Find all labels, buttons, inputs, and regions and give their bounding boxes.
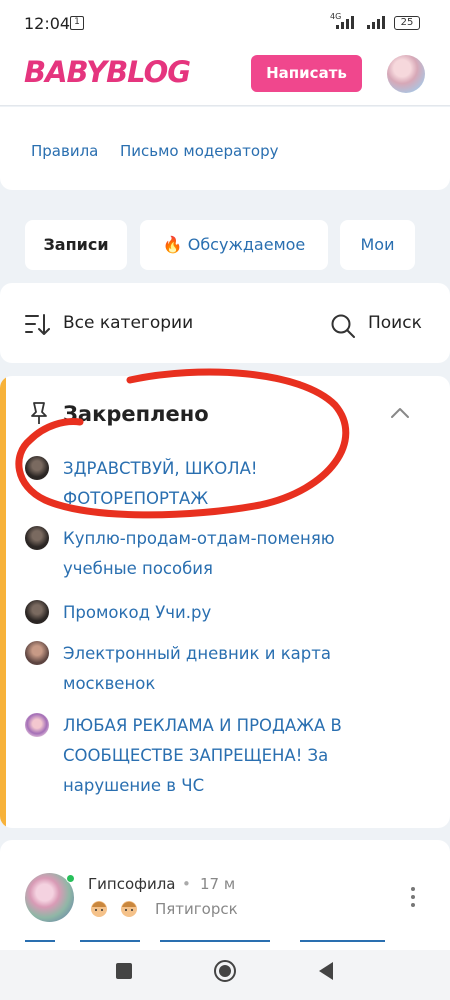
all-categories-button[interactable]: Все категории [63, 313, 193, 333]
status-time: 12:04 [24, 14, 71, 33]
write-button[interactable]: Написать [251, 55, 362, 92]
more-options-icon[interactable] [405, 885, 421, 909]
author-avatar [25, 600, 49, 624]
tab-discussed[interactable]: 🔥 Обсуждаемое [140, 220, 328, 270]
child-icon [91, 901, 107, 917]
signal-icon-2 [367, 16, 385, 29]
post-title-fragment [300, 940, 385, 950]
fire-icon: 🔥 [162, 235, 183, 254]
user-avatar[interactable] [387, 55, 425, 93]
red-annotation-scribble [15, 368, 350, 519]
home-icon[interactable] [213, 959, 237, 983]
post-card[interactable]: Гипсофила • 17 м Пятигорск [0, 840, 450, 950]
post-title-fragment [25, 940, 55, 950]
community-links-card: Правила Письмо модератору [0, 107, 450, 190]
tab-mine[interactable]: Мои [340, 220, 415, 270]
online-indicator [66, 874, 75, 883]
post-author[interactable]: Гипсофила [88, 875, 175, 893]
post-title-fragment [80, 940, 140, 950]
search-button[interactable]: Поиск [368, 313, 422, 333]
search-icon[interactable] [330, 313, 356, 339]
author-avatar [25, 641, 49, 665]
filter-bar: Все категории Поиск [0, 283, 450, 363]
pinned-item-title[interactable]: Промокод Учи.ру [63, 598, 363, 628]
post-city: Пятигорск [155, 900, 238, 918]
post-time: 17 м [200, 875, 236, 893]
separator-dot: • [182, 875, 191, 893]
app-header: BABYBLOG Написать [0, 46, 450, 106]
pinned-item-title[interactable]: Куплю-продам-отдам-поменяю учебные пособ… [63, 524, 363, 584]
tab-discussed-label: Обсуждаемое [187, 235, 306, 254]
rules-link[interactable]: Правила [31, 142, 98, 160]
sort-categories-icon[interactable] [24, 313, 50, 337]
post-title-fragment [160, 940, 270, 950]
pinned-item-title[interactable]: ЛЮБАЯ РЕКЛАМА И ПРОДАЖА В СООБЩЕСТВЕ ЗАП… [63, 711, 373, 801]
babyblog-logo[interactable]: BABYBLOG [24, 55, 191, 89]
battery-icon: 25 [394, 16, 420, 30]
tab-posts[interactable]: Записи [25, 220, 127, 270]
status-bar: 12:04 1 4G 25 [0, 0, 450, 46]
notification-count-icon: 1 [70, 16, 84, 30]
pinned-item-title[interactable]: Электронный дневник и карта москвенок [63, 639, 363, 699]
recent-apps-icon[interactable] [115, 962, 133, 980]
back-icon[interactable] [317, 961, 335, 981]
child-icon [121, 901, 137, 917]
author-avatar [25, 713, 49, 737]
moderator-letter-link[interactable]: Письмо модератору [120, 142, 279, 160]
signal-icon [336, 16, 354, 29]
system-navigation-bar [0, 950, 450, 1000]
